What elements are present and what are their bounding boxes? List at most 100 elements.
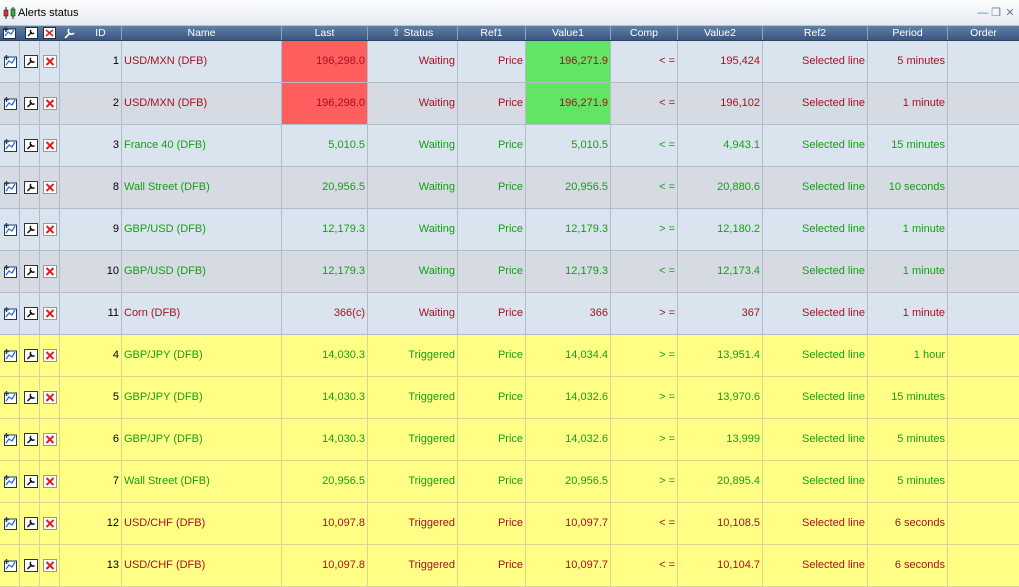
table-row[interactable]: 6 GBP/JPY (DFB) 14,030.3 Triggered Price 14,0… xyxy=(0,419,1019,461)
delete-alert-icon[interactable] xyxy=(43,559,57,572)
column-header-period[interactable]: Period xyxy=(868,26,948,40)
cell-comp: > = xyxy=(611,419,678,460)
open-chart-icon[interactable] xyxy=(3,181,17,194)
cell-value2: 196,102 xyxy=(678,83,763,124)
delete-alert-icon[interactable] xyxy=(43,349,57,362)
table-row[interactable]: 8 Wall Street (DFB) 20,956.5 Waiting Price 20… xyxy=(0,167,1019,209)
cell-id: 3 xyxy=(60,125,122,166)
cell-last: 5,010.5 xyxy=(282,125,368,166)
cell-ref2: Selected line xyxy=(763,251,868,292)
modify-alert-icon[interactable] xyxy=(24,55,38,68)
column-header-ref2[interactable]: Ref2 xyxy=(763,26,868,40)
minimize-icon[interactable]: — xyxy=(977,7,989,19)
cell-value2: 10,108.5 xyxy=(678,503,763,544)
modify-alert-icon[interactable] xyxy=(24,559,38,572)
modify-alert-icon[interactable] xyxy=(24,265,38,278)
modify-alert-icon[interactable] xyxy=(24,433,38,446)
delete-alert-icon[interactable] xyxy=(43,307,57,320)
modify-alert-icon[interactable] xyxy=(24,349,38,362)
cell-name: Wall Street (DFB) xyxy=(122,167,282,208)
table-row[interactable]: 1 USD/MXN (DFB) 196,298.0 Waiting Price 196,2… xyxy=(0,41,1019,83)
open-chart-icon[interactable] xyxy=(3,55,17,68)
cell-last: 12,179.3 xyxy=(282,251,368,292)
column-header-value1[interactable]: Value1 xyxy=(526,26,611,40)
column-header-comp[interactable]: Comp xyxy=(611,26,678,40)
cell-value1: 20,956.5 xyxy=(526,167,611,208)
open-chart-icon[interactable] xyxy=(3,475,17,488)
open-chart-icon[interactable] xyxy=(3,139,17,152)
delete-alert-icon[interactable] xyxy=(43,391,57,404)
cell-ref2: Selected line xyxy=(763,545,868,586)
open-chart-icon[interactable] xyxy=(3,391,17,404)
cell-order xyxy=(948,83,1019,124)
table-row[interactable]: 9 GBP/USD (DFB) 12,179.3 Waiting Price 12,179… xyxy=(0,209,1019,251)
table-row[interactable]: 2 USD/MXN (DFB) 196,298.0 Waiting Price 196,2… xyxy=(0,83,1019,125)
table-row[interactable]: 11 Corn (DFB) 366(c) Waiting Price 366 > = 367 S… xyxy=(0,293,1019,335)
column-header-id[interactable]: ID xyxy=(80,26,122,40)
column-header-name[interactable]: Name xyxy=(122,26,282,40)
delete-alert-icon[interactable] xyxy=(43,433,57,446)
cell-value1: 196,271.9 xyxy=(526,41,611,82)
cell-period: 1 minute xyxy=(868,83,948,124)
delete-alert-icon[interactable] xyxy=(43,55,57,68)
wrench-header-icon[interactable] xyxy=(25,27,38,39)
cell-value1: 12,179.3 xyxy=(526,251,611,292)
column-header-status[interactable]: ⇧ Status xyxy=(368,26,458,40)
open-chart-icon[interactable] xyxy=(3,559,17,572)
open-chart-icon[interactable] xyxy=(3,307,17,320)
modify-alert-icon[interactable] xyxy=(24,223,38,236)
cell-comp: < = xyxy=(611,83,678,124)
delete-alert-icon[interactable] xyxy=(43,265,57,278)
table-row[interactable]: 13 USD/CHF (DFB) 10,097.8 Triggered Price 10,… xyxy=(0,545,1019,587)
open-chart-icon[interactable] xyxy=(3,517,17,530)
delete-alert-icon[interactable] xyxy=(43,223,57,236)
cell-period: 6 seconds xyxy=(868,545,948,586)
table-row[interactable]: 3 France 40 (DFB) 5,010.5 Waiting Price 5,010… xyxy=(0,125,1019,167)
cell-ref1: Price xyxy=(458,377,526,418)
cell-last: 20,956.5 xyxy=(282,167,368,208)
cell-id: 8 xyxy=(60,167,122,208)
open-chart-icon[interactable] xyxy=(3,265,17,278)
modify-alert-icon[interactable] xyxy=(24,97,38,110)
cell-ref1: Price xyxy=(458,419,526,460)
cell-comp: < = xyxy=(611,251,678,292)
open-chart-icon[interactable] xyxy=(3,433,17,446)
delete-alert-icon[interactable] xyxy=(43,139,57,152)
open-chart-icon[interactable] xyxy=(3,223,17,236)
delete-alert-icon[interactable] xyxy=(43,97,57,110)
delete-alert-icon[interactable] xyxy=(43,475,57,488)
modify-alert-icon[interactable] xyxy=(24,181,38,194)
cell-comp: > = xyxy=(611,335,678,376)
add-alert-icon[interactable] xyxy=(3,27,16,39)
modify-alert-icon[interactable] xyxy=(24,391,38,404)
open-chart-icon[interactable] xyxy=(3,97,17,110)
modify-alert-icon[interactable] xyxy=(24,517,38,530)
modify-alert-icon[interactable] xyxy=(24,475,38,488)
delete-alert-icon[interactable] xyxy=(43,517,57,530)
column-header-value2[interactable]: Value2 xyxy=(678,26,763,40)
delete-all-icon[interactable] xyxy=(43,27,56,39)
cell-value1: 14,032.6 xyxy=(526,419,611,460)
modify-alert-icon[interactable] xyxy=(24,139,38,152)
delete-alert-icon[interactable] xyxy=(43,181,57,194)
table-row[interactable]: 4 GBP/JPY (DFB) 14,030.3 Triggered Price 14,0… xyxy=(0,335,1019,377)
table-row[interactable]: 10 GBP/USD (DFB) 12,179.3 Waiting Price 12,17… xyxy=(0,251,1019,293)
settings-wrench-icon[interactable] xyxy=(63,27,77,39)
table-row[interactable]: 5 GBP/JPY (DFB) 14,030.3 Triggered Price 14,0… xyxy=(0,377,1019,419)
column-header-order[interactable]: Order xyxy=(948,26,1019,40)
table-row[interactable]: 12 USD/CHF (DFB) 10,097.8 Triggered Price 10,… xyxy=(0,503,1019,545)
table-row[interactable]: 7 Wall Street (DFB) 20,956.5 Triggered Price… xyxy=(0,461,1019,503)
restore-icon[interactable]: ❐ xyxy=(990,7,1002,19)
cell-order xyxy=(948,209,1019,250)
column-header-last[interactable]: Last xyxy=(282,26,368,40)
close-icon[interactable]: ✕ xyxy=(1004,7,1016,19)
open-chart-icon[interactable] xyxy=(3,349,17,362)
cell-name: France 40 (DFB) xyxy=(122,125,282,166)
cell-name: GBP/JPY (DFB) xyxy=(122,335,282,376)
cell-id: 4 xyxy=(60,335,122,376)
cell-comp: > = xyxy=(611,461,678,502)
cell-id: 2 xyxy=(60,83,122,124)
column-header-ref1[interactable]: Ref1 xyxy=(458,26,526,40)
cell-last: 10,097.8 xyxy=(282,545,368,586)
modify-alert-icon[interactable] xyxy=(24,307,38,320)
